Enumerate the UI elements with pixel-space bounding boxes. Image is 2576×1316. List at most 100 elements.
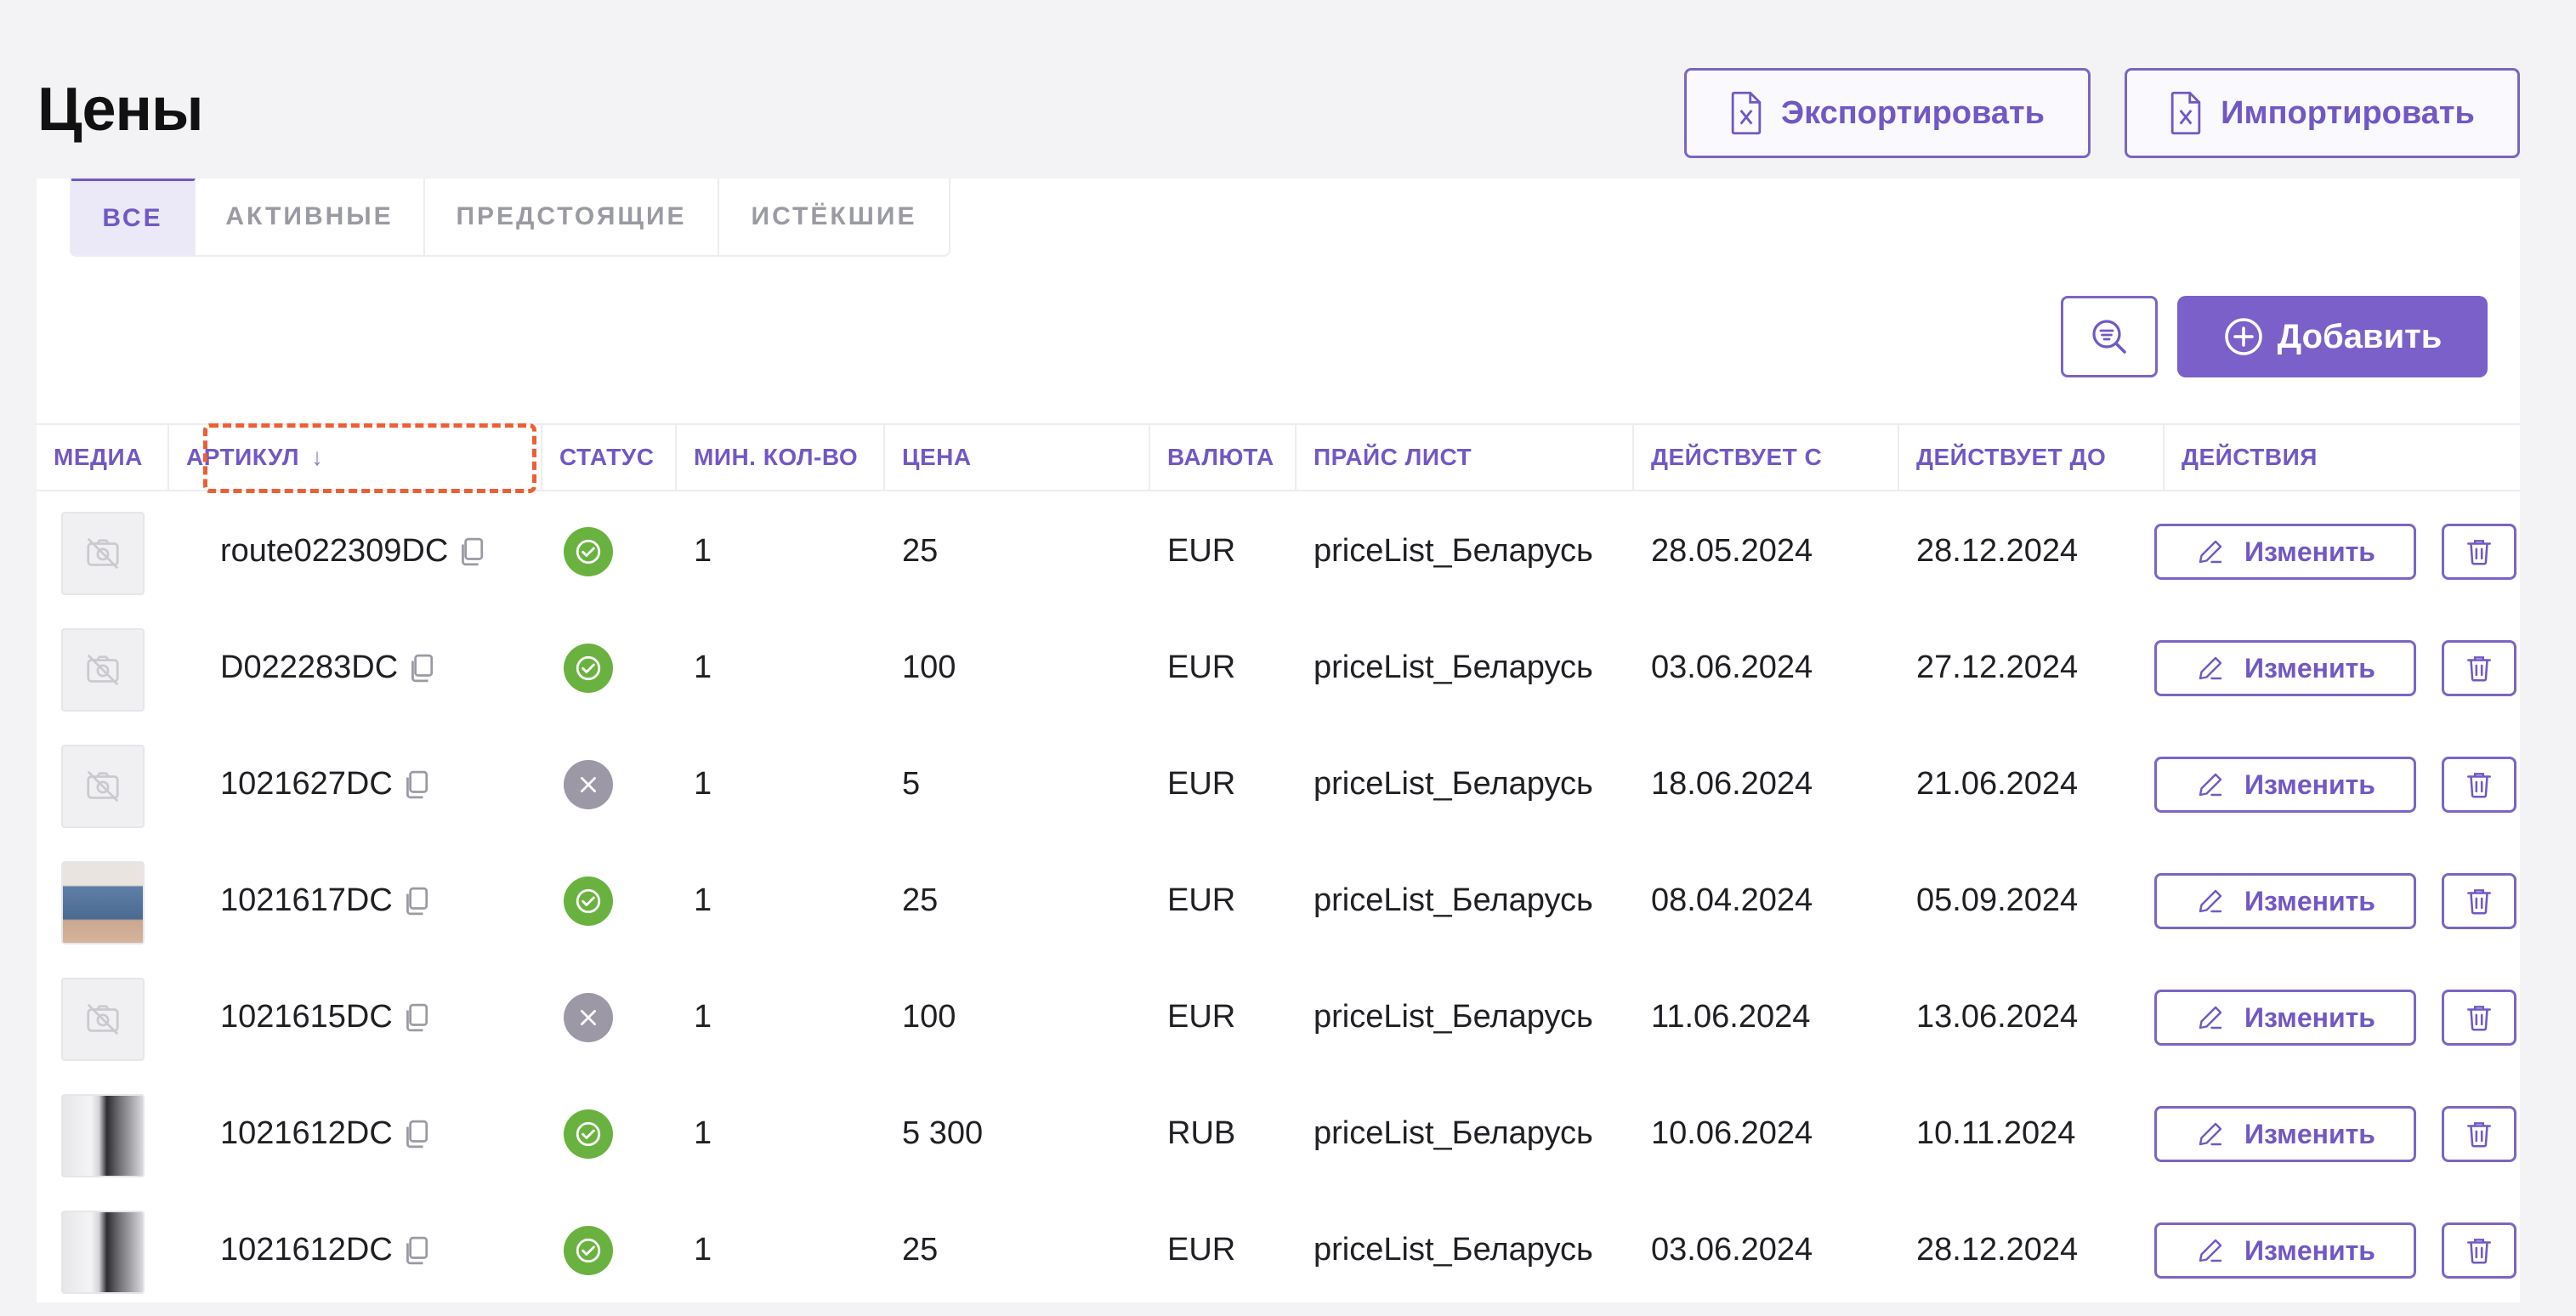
edit-button[interactable]: Изменить <box>2154 873 2416 929</box>
cross-icon <box>581 776 596 792</box>
delete-button[interactable] <box>2442 873 2516 929</box>
sku-cell: 1021612DC <box>203 1075 428 1192</box>
table-row: 1021615DC 1 100 EUR priceList_Беларусь 1… <box>37 959 2520 1075</box>
valid-from-value: 03.06.2024 <box>1651 649 1813 685</box>
delete-button[interactable] <box>2442 524 2516 580</box>
pencil-icon <box>2199 540 2222 564</box>
sku-value: 1021615DC <box>220 999 393 1035</box>
edit-button[interactable]: Изменить <box>2154 990 2416 1046</box>
edit-button[interactable]: Изменить <box>2154 757 2416 813</box>
valid-to-value: 21.06.2024 <box>1916 766 2079 802</box>
copy-icon[interactable] <box>403 770 428 799</box>
no-image-icon <box>87 537 119 570</box>
edit-label: Изменить <box>2244 769 2375 800</box>
pencil-icon <box>2199 1122 2222 1146</box>
edit-label: Изменить <box>2244 1001 2375 1033</box>
pencil-icon <box>2199 889 2222 913</box>
trash-icon <box>2467 1006 2491 1031</box>
price-value: 25 <box>902 533 939 569</box>
edit-button[interactable]: Изменить <box>2154 640 2416 696</box>
delete-button[interactable] <box>2442 640 2516 696</box>
product-thumbnail <box>61 1211 145 1294</box>
sku-cell: D022283DC <box>203 610 434 726</box>
sku-cell: 1021627DC <box>203 726 428 842</box>
product-thumbnail <box>61 861 145 944</box>
tab-upcoming[interactable]: ПРЕДСТОЯЩИЕ <box>425 179 719 255</box>
valid-to-value: 27.12.2024 <box>1916 649 2079 685</box>
search-filter-icon <box>2092 320 2126 354</box>
tab-expired[interactable]: ИСТЁКШИЕ <box>719 179 949 255</box>
valid-to-value: 05.09.2024 <box>1916 882 2079 918</box>
sku-value: route022309DC <box>220 533 449 569</box>
prices-card: ВСЕ АКТИВНЫЕ ПРЕДСТОЯЩИЕ ИСТЁКШИЕ Добави… <box>37 179 2520 1302</box>
price-list-value: priceList_Беларусь <box>1314 882 1593 918</box>
status-cell <box>564 493 613 610</box>
add-button[interactable]: Добавить <box>2177 296 2488 377</box>
status-cell <box>564 610 613 726</box>
column-valid-to: ДЕЙСТВУЕТ ДО <box>1899 425 2165 490</box>
trash-icon <box>2467 540 2491 565</box>
edit-label: Изменить <box>2244 652 2375 684</box>
pencil-icon <box>2199 773 2222 797</box>
price-value: 25 <box>902 882 939 918</box>
status-cell <box>564 1075 613 1192</box>
currency-value: EUR <box>1167 649 1236 685</box>
price-value: 100 <box>902 649 956 685</box>
sku-cell: 1021617DC <box>203 842 428 959</box>
trash-icon <box>2467 656 2491 682</box>
status-indicator <box>564 526 613 576</box>
copy-icon[interactable] <box>408 654 434 683</box>
delete-button[interactable] <box>2442 990 2516 1046</box>
status-tabs: ВСЕ АКТИВНЫЕ ПРЕДСТОЯЩИЕ ИСТЁКШИЕ <box>70 179 950 257</box>
price-value: 100 <box>902 999 956 1035</box>
edit-button[interactable]: Изменить <box>2154 1106 2416 1162</box>
sku-cell: 1021615DC <box>203 959 428 1075</box>
sku-value: 1021627DC <box>220 766 393 802</box>
no-image-icon <box>87 770 119 803</box>
copy-icon[interactable] <box>403 1120 428 1149</box>
check-circle-icon <box>576 655 601 680</box>
sku-value: 1021617DC <box>220 882 393 918</box>
copy-icon[interactable] <box>403 887 428 916</box>
plus-circle-icon <box>2224 318 2262 355</box>
excel-file-icon <box>2170 91 2201 135</box>
check-circle-icon <box>576 539 601 564</box>
table-row: 1021612DC 1 25 EUR priceList_Беларусь 03… <box>37 1192 2520 1308</box>
price-list-value: priceList_Беларусь <box>1314 649 1593 685</box>
export-label: Экспортировать <box>1781 94 2045 131</box>
copy-icon[interactable] <box>403 1003 428 1032</box>
min-qty-value: 1 <box>694 1115 712 1151</box>
min-qty-value: 1 <box>694 999 712 1035</box>
tab-active[interactable]: АКТИВНЫЕ <box>196 179 425 255</box>
price-value: 25 <box>902 1232 939 1268</box>
edit-label: Изменить <box>2244 536 2375 567</box>
sku-cell: route022309DC <box>203 493 484 610</box>
trash-icon <box>2467 773 2491 798</box>
product-thumbnail <box>61 512 145 595</box>
valid-from-value: 10.06.2024 <box>1651 1115 1813 1151</box>
status-cell <box>564 1192 613 1308</box>
currency-value: EUR <box>1167 1232 1236 1268</box>
copy-icon[interactable] <box>458 537 484 566</box>
sku-value: 1021612DC <box>220 1232 393 1268</box>
search-filter-button[interactable] <box>2061 296 2158 377</box>
delete-button[interactable] <box>2442 757 2516 813</box>
edit-label: Изменить <box>2244 885 2375 916</box>
min-qty-value: 1 <box>694 649 712 685</box>
status-indicator <box>564 759 613 809</box>
delete-button[interactable] <box>2442 1106 2516 1162</box>
delete-button[interactable] <box>2442 1222 2516 1279</box>
product-thumbnail <box>61 978 145 1061</box>
valid-from-value: 03.06.2024 <box>1651 1232 1813 1268</box>
export-button[interactable]: Экспортировать <box>1684 68 2091 158</box>
tab-all[interactable]: ВСЕ <box>71 179 196 255</box>
copy-icon[interactable] <box>403 1236 428 1265</box>
edit-button[interactable]: Изменить <box>2154 524 2416 580</box>
import-button[interactable]: Импортировать <box>2125 68 2520 158</box>
page-title: Цены <box>37 76 203 144</box>
product-thumbnail <box>61 1094 145 1177</box>
valid-from-value: 28.05.2024 <box>1651 533 1813 569</box>
edit-button[interactable]: Изменить <box>2154 1222 2416 1279</box>
column-price: ЦЕНА <box>885 425 1150 490</box>
table-row: 1021627DC 1 5 EUR priceList_Беларусь 18.… <box>37 726 2520 842</box>
